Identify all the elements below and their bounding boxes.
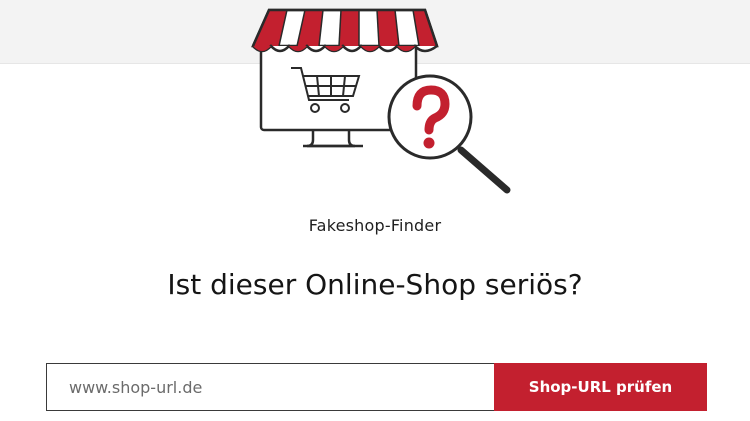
page-title: Ist dieser Online-Shop seriös? xyxy=(167,268,583,301)
finder-label: Fakeshop-Finder xyxy=(308,216,442,235)
magnifier-question-icon xyxy=(387,74,511,194)
shop-check-form: Shop-URL prüfen xyxy=(46,363,707,411)
check-shop-url-button[interactable]: Shop-URL prüfen xyxy=(494,363,707,411)
shop-url-input[interactable] xyxy=(46,363,494,411)
shop-awning-icon xyxy=(251,8,439,53)
fakeshop-illustration xyxy=(251,8,511,194)
